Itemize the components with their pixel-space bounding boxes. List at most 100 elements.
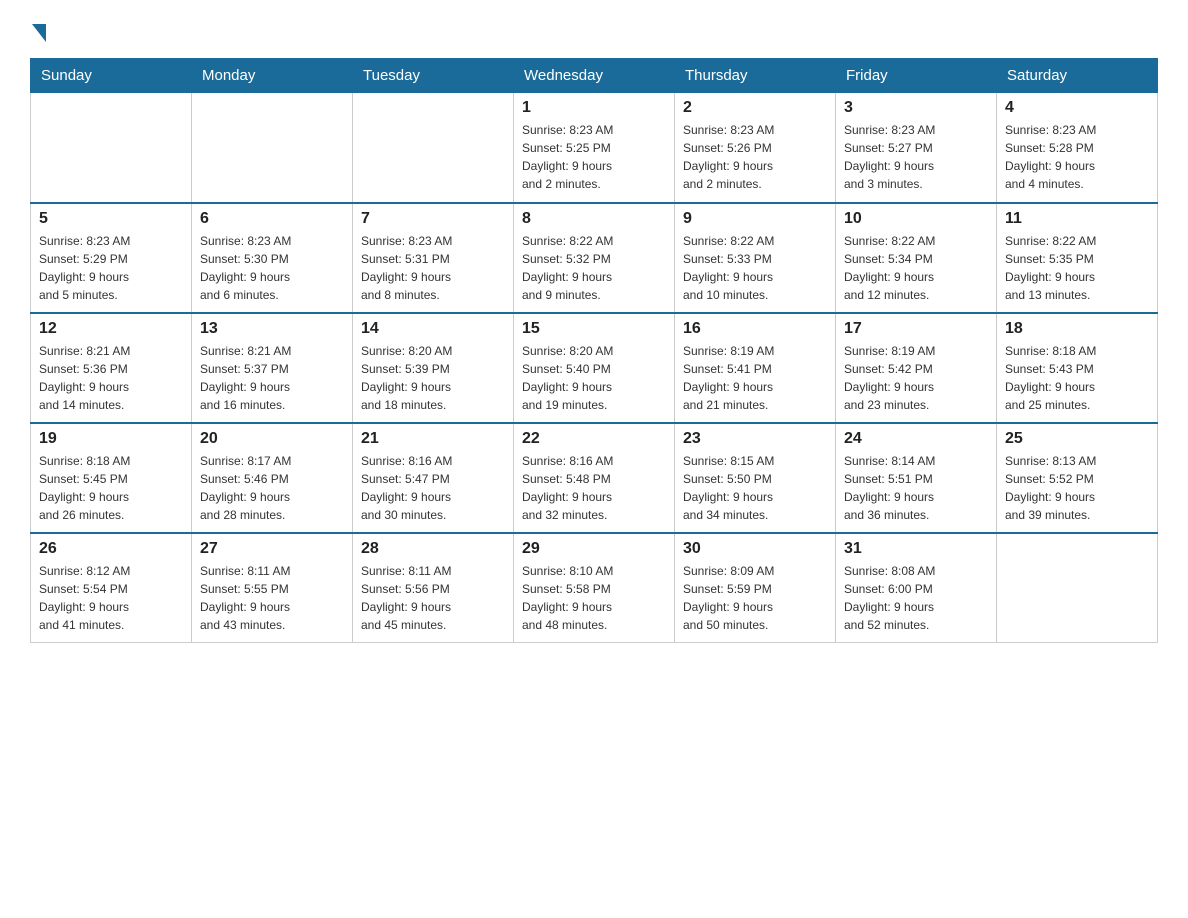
calendar-day-cell: 7 Sunrise: 8:23 AM Sunset: 5:31 PM Daylig… (353, 203, 514, 313)
calendar-week-row: 1 Sunrise: 8:23 AM Sunset: 5:25 PM Daylig… (31, 93, 1158, 203)
day-number: 11 (1005, 210, 1149, 228)
day-number: 20 (200, 430, 344, 448)
weekday-header-friday: Friday (836, 59, 997, 93)
day-info: Sunrise: 8:16 AM Sunset: 5:47 PM Dayligh… (361, 452, 505, 524)
calendar-week-row: 5Sunrise: 8:23 AM Sunset: 5:29 PM Daylig… (31, 203, 1158, 313)
day-info: Sunrise: 8:09 AM Sunset: 5:59 PM Dayligh… (683, 562, 827, 634)
day-number: 5 (39, 210, 183, 228)
day-info: Sunrise: 8:23 AM Sunset: 5:31 PM Dayligh… (361, 232, 505, 304)
calendar-day-cell: 3Sunrise: 8:23 AM Sunset: 5:27 PM Daylig… (836, 93, 997, 203)
day-info: Sunrise: 8:18 AM Sunset: 5:45 PM Dayligh… (39, 452, 183, 524)
calendar-day-cell: 16 Sunrise: 8:19 AM Sunset: 5:41 PM Dayli… (675, 313, 836, 423)
day-info: Sunrise: 8:23 AM Sunset: 5:30 PM Dayligh… (200, 232, 344, 304)
calendar-day-cell: 10 Sunrise: 8:22 AM Sunset: 5:34 PM Dayli… (836, 203, 997, 313)
logo (30, 20, 46, 38)
calendar-week-row: 19 Sunrise: 8:18 AM Sunset: 5:45 PM Dayli… (31, 423, 1158, 533)
page-header (30, 20, 1158, 38)
day-info: Sunrise: 8:20 AM Sunset: 5:40 PM Dayligh… (522, 342, 666, 414)
calendar-day-cell: 30Sunrise: 8:09 AM Sunset: 5:59 PM Dayli… (675, 533, 836, 643)
calendar-day-cell: 20Sunrise: 8:17 AM Sunset: 5:46 PM Dayli… (192, 423, 353, 533)
calendar-day-cell: 18 Sunrise: 8:18 AM Sunset: 5:43 PM Dayli… (997, 313, 1158, 423)
calendar-day-cell (997, 533, 1158, 643)
calendar-day-cell: 24 Sunrise: 8:14 AM Sunset: 5:51 PM Dayli… (836, 423, 997, 533)
calendar-day-cell (353, 93, 514, 203)
day-number: 25 (1005, 430, 1149, 448)
day-number: 28 (361, 540, 505, 558)
day-number: 6 (200, 210, 344, 228)
calendar-day-cell: 11 Sunrise: 8:22 AM Sunset: 5:35 PM Dayli… (997, 203, 1158, 313)
day-number: 13 (200, 320, 344, 338)
calendar-day-cell: 2 Sunrise: 8:23 AM Sunset: 5:26 PM Daylig… (675, 93, 836, 203)
day-number: 18 (1005, 320, 1149, 338)
calendar-day-cell: 31 Sunrise: 8:08 AM Sunset: 6:00 PM Dayli… (836, 533, 997, 643)
day-number: 12 (39, 320, 183, 338)
calendar-day-cell: 6 Sunrise: 8:23 AM Sunset: 5:30 PM Daylig… (192, 203, 353, 313)
day-info: Sunrise: 8:15 AM Sunset: 5:50 PM Dayligh… (683, 452, 827, 524)
weekday-header-sunday: Sunday (31, 59, 192, 93)
calendar-day-cell: 22 Sunrise: 8:16 AM Sunset: 5:48 PM Dayli… (514, 423, 675, 533)
day-info: Sunrise: 8:16 AM Sunset: 5:48 PM Dayligh… (522, 452, 666, 524)
calendar-day-cell: 9 Sunrise: 8:22 AM Sunset: 5:33 PM Daylig… (675, 203, 836, 313)
weekday-header-saturday: Saturday (997, 59, 1158, 93)
day-info: Sunrise: 8:21 AM Sunset: 5:37 PM Dayligh… (200, 342, 344, 414)
day-number: 7 (361, 210, 505, 228)
calendar-day-cell: 25Sunrise: 8:13 AM Sunset: 5:52 PM Dayli… (997, 423, 1158, 533)
day-info: Sunrise: 8:20 AM Sunset: 5:39 PM Dayligh… (361, 342, 505, 414)
day-number: 3 (844, 99, 988, 117)
day-number: 16 (683, 320, 827, 338)
day-info: Sunrise: 8:19 AM Sunset: 5:42 PM Dayligh… (844, 342, 988, 414)
calendar-week-row: 26 Sunrise: 8:12 AM Sunset: 5:54 PM Dayli… (31, 533, 1158, 643)
calendar-day-cell: 29Sunrise: 8:10 AM Sunset: 5:58 PM Dayli… (514, 533, 675, 643)
day-info: Sunrise: 8:22 AM Sunset: 5:32 PM Dayligh… (522, 232, 666, 304)
logo-arrow-icon (32, 24, 46, 42)
day-number: 2 (683, 99, 827, 117)
day-number: 10 (844, 210, 988, 228)
day-number: 27 (200, 540, 344, 558)
day-number: 29 (522, 540, 666, 558)
day-info: Sunrise: 8:11 AM Sunset: 5:55 PM Dayligh… (200, 562, 344, 634)
calendar-day-cell: 15 Sunrise: 8:20 AM Sunset: 5:40 PM Dayli… (514, 313, 675, 423)
day-number: 1 (522, 99, 666, 117)
day-info: Sunrise: 8:11 AM Sunset: 5:56 PM Dayligh… (361, 562, 505, 634)
day-info: Sunrise: 8:23 AM Sunset: 5:26 PM Dayligh… (683, 121, 827, 193)
calendar-day-cell: 14Sunrise: 8:20 AM Sunset: 5:39 PM Dayli… (353, 313, 514, 423)
day-number: 23 (683, 430, 827, 448)
calendar-day-cell: 19 Sunrise: 8:18 AM Sunset: 5:45 PM Dayli… (31, 423, 192, 533)
day-info: Sunrise: 8:18 AM Sunset: 5:43 PM Dayligh… (1005, 342, 1149, 414)
day-info: Sunrise: 8:14 AM Sunset: 5:51 PM Dayligh… (844, 452, 988, 524)
calendar-day-cell: 5Sunrise: 8:23 AM Sunset: 5:29 PM Daylig… (31, 203, 192, 313)
day-number: 26 (39, 540, 183, 558)
weekday-header-tuesday: Tuesday (353, 59, 514, 93)
day-number: 17 (844, 320, 988, 338)
weekday-header-row: SundayMondayTuesdayWednesdayThursdayFrid… (31, 59, 1158, 93)
day-number: 22 (522, 430, 666, 448)
calendar-day-cell: 26 Sunrise: 8:12 AM Sunset: 5:54 PM Dayli… (31, 533, 192, 643)
calendar-day-cell: 21 Sunrise: 8:16 AM Sunset: 5:47 PM Dayli… (353, 423, 514, 533)
day-info: Sunrise: 8:21 AM Sunset: 5:36 PM Dayligh… (39, 342, 183, 414)
day-info: Sunrise: 8:12 AM Sunset: 5:54 PM Dayligh… (39, 562, 183, 634)
day-number: 21 (361, 430, 505, 448)
day-info: Sunrise: 8:19 AM Sunset: 5:41 PM Dayligh… (683, 342, 827, 414)
day-number: 9 (683, 210, 827, 228)
calendar-day-cell: 23 Sunrise: 8:15 AM Sunset: 5:50 PM Dayli… (675, 423, 836, 533)
weekday-header-monday: Monday (192, 59, 353, 93)
day-info: Sunrise: 8:23 AM Sunset: 5:28 PM Dayligh… (1005, 121, 1149, 193)
day-info: Sunrise: 8:23 AM Sunset: 5:25 PM Dayligh… (522, 121, 666, 193)
day-number: 4 (1005, 99, 1149, 117)
day-info: Sunrise: 8:22 AM Sunset: 5:35 PM Dayligh… (1005, 232, 1149, 304)
day-info: Sunrise: 8:08 AM Sunset: 6:00 PM Dayligh… (844, 562, 988, 634)
calendar-day-cell: 13 Sunrise: 8:21 AM Sunset: 5:37 PM Dayli… (192, 313, 353, 423)
calendar-day-cell: 4 Sunrise: 8:23 AM Sunset: 5:28 PM Daylig… (997, 93, 1158, 203)
day-info: Sunrise: 8:22 AM Sunset: 5:33 PM Dayligh… (683, 232, 827, 304)
calendar-day-cell: 8Sunrise: 8:22 AM Sunset: 5:32 PM Daylig… (514, 203, 675, 313)
weekday-header-thursday: Thursday (675, 59, 836, 93)
day-number: 24 (844, 430, 988, 448)
day-info: Sunrise: 8:22 AM Sunset: 5:34 PM Dayligh… (844, 232, 988, 304)
day-number: 31 (844, 540, 988, 558)
day-number: 19 (39, 430, 183, 448)
day-number: 15 (522, 320, 666, 338)
calendar-day-cell (31, 93, 192, 203)
calendar-day-cell: 1 Sunrise: 8:23 AM Sunset: 5:25 PM Daylig… (514, 93, 675, 203)
calendar-day-cell: 17 Sunrise: 8:19 AM Sunset: 5:42 PM Dayli… (836, 313, 997, 423)
calendar-week-row: 12 Sunrise: 8:21 AM Sunset: 5:36 PM Dayli… (31, 313, 1158, 423)
